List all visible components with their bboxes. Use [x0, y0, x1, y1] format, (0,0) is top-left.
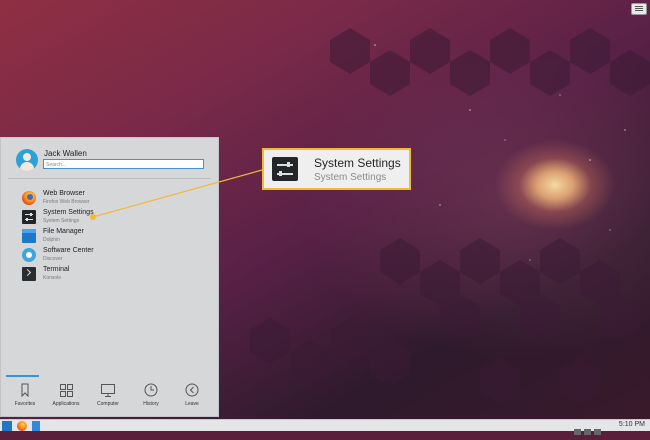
- callout-title: System Settings: [314, 156, 401, 170]
- settings-icon: [272, 157, 298, 181]
- callout-subtitle: System Settings: [314, 172, 387, 183]
- callout-connector: [90, 169, 263, 220]
- callout-box: System Settings System Settings: [262, 148, 411, 190]
